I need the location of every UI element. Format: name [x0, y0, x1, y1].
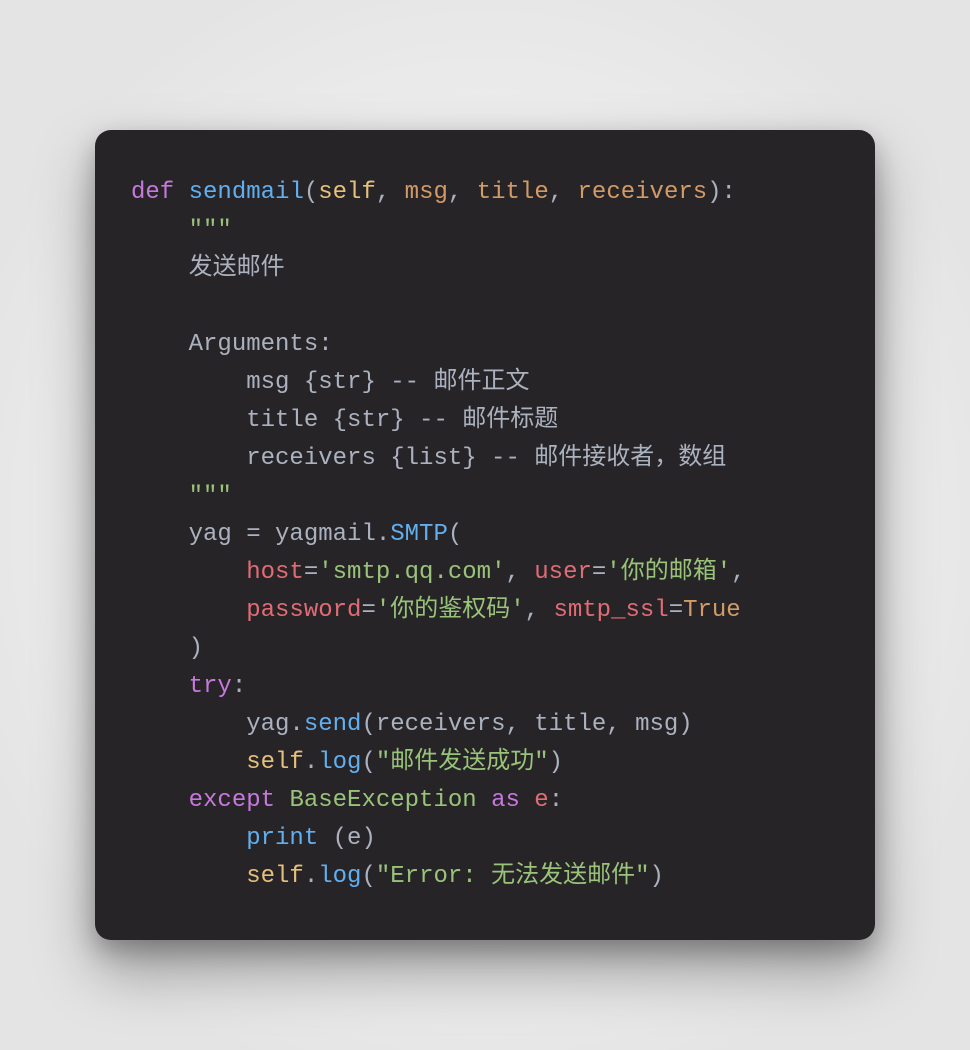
- log-open-1: (: [361, 749, 375, 776]
- param-title: title: [477, 179, 549, 206]
- doc-arg-recv: receivers {list} -- 邮件接收者，数组: [246, 445, 726, 472]
- space-1: [318, 825, 332, 852]
- eq-1: =: [304, 559, 318, 586]
- param-receivers: receivers: [578, 179, 708, 206]
- print-args: (e): [333, 825, 376, 852]
- comma-3: ,: [549, 179, 578, 206]
- kw-as: as: [491, 787, 520, 814]
- log-close-1: ): [549, 749, 563, 776]
- cls-baseexc: BaseException: [289, 787, 476, 814]
- smtp-close: ): [189, 635, 203, 662]
- kw-ssl: smtp_ssl: [553, 597, 668, 624]
- kw-def: def: [131, 179, 174, 206]
- kw-host: host: [246, 559, 304, 586]
- str-pass: '你的鉴权码': [376, 597, 525, 624]
- send-close: ): [678, 711, 692, 738]
- self-1: self: [318, 179, 376, 206]
- fn-log-1: log: [318, 749, 361, 776]
- paren-close-colon: ):: [707, 179, 736, 206]
- colon-2: :: [549, 787, 563, 814]
- code-card: def sendmail(self, msg, title, receivers…: [95, 130, 875, 940]
- str-host: 'smtp.qq.com': [318, 559, 505, 586]
- docstring-open: """: [189, 217, 232, 244]
- self-2: self: [246, 749, 304, 776]
- eq-2: =: [592, 559, 606, 586]
- fn-sendmail: sendmail: [189, 179, 304, 206]
- comma-6: ,: [525, 597, 554, 624]
- kw-try: try: [189, 673, 232, 700]
- eq-4: =: [669, 597, 683, 624]
- kw-except: except: [189, 787, 275, 814]
- log-open-2: (: [361, 863, 375, 890]
- comma-4: ,: [505, 559, 534, 586]
- bool-true: True: [683, 597, 741, 624]
- kw-password: password: [246, 597, 361, 624]
- send-open: (: [361, 711, 375, 738]
- docstring-close: """: [189, 483, 232, 510]
- colon-1: :: [232, 673, 246, 700]
- comma-2: ,: [448, 179, 477, 206]
- str-user: '你的邮箱': [606, 559, 731, 586]
- str-log-ok: "邮件发送成功": [376, 749, 549, 776]
- str-log-err: "Error: 无法发送邮件": [376, 863, 650, 890]
- yag-assign: yag = yagmail.: [189, 521, 391, 548]
- yag-send-pre: yag.: [246, 711, 304, 738]
- fn-send: send: [304, 711, 362, 738]
- eq-3: =: [361, 597, 375, 624]
- self-3: self: [246, 863, 304, 890]
- fn-log-2: log: [318, 863, 361, 890]
- var-e: e: [534, 787, 548, 814]
- doc-arg-msg: msg {str} -- 邮件正文: [246, 369, 529, 396]
- doc-arg-title: title {str} -- 邮件标题: [246, 407, 558, 434]
- log-close-2: ): [649, 863, 663, 890]
- comma-1: ,: [376, 179, 405, 206]
- fn-smtp: SMTP: [390, 521, 448, 548]
- dot-2: .: [304, 863, 318, 890]
- paren-open: (: [304, 179, 318, 206]
- smtp-open: (: [448, 521, 462, 548]
- fn-print: print: [246, 825, 318, 852]
- doc-line1: 发送邮件: [189, 255, 285, 282]
- param-msg: msg: [405, 179, 448, 206]
- kw-user: user: [534, 559, 592, 586]
- arg-receivers: receivers, title, msg: [376, 711, 678, 738]
- dot-1: .: [304, 749, 318, 776]
- comma-5: ,: [731, 559, 745, 586]
- code-block: def sendmail(self, msg, title, receivers…: [131, 174, 839, 896]
- doc-args: Arguments:: [189, 331, 333, 358]
